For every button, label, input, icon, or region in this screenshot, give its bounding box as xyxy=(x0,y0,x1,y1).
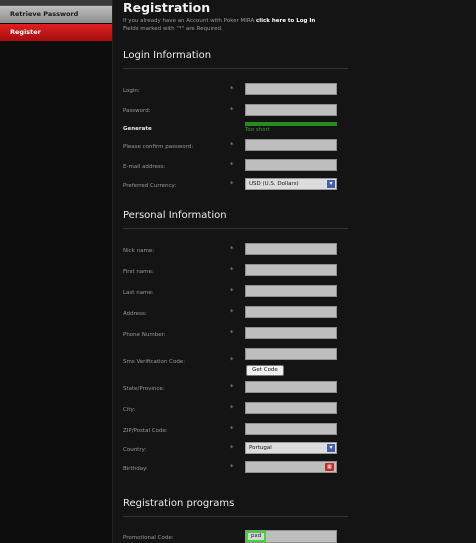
sidebar-item-retrieve-password[interactable]: Retrieve Password xyxy=(0,6,112,23)
password-strength-text: Too short xyxy=(245,127,271,133)
chevron-down-icon[interactable]: ▾ xyxy=(327,180,335,188)
sms-code-label: Sms Verification Code: xyxy=(123,359,186,365)
required-mark: * xyxy=(230,463,234,471)
required-mark: * xyxy=(230,383,234,391)
required-mark: * xyxy=(230,180,234,188)
required-mark: * xyxy=(230,161,234,169)
login-link[interactable]: click here to Log In xyxy=(256,18,315,24)
required-mark: * xyxy=(230,425,234,433)
required-mark: * xyxy=(230,85,234,93)
required-mark: * xyxy=(230,106,234,114)
get-code-button[interactable]: Get Code xyxy=(246,365,284,376)
required-mark: * xyxy=(230,356,234,364)
login-section-title: Login Information xyxy=(123,50,212,61)
required-mark: * xyxy=(230,308,234,316)
password-strength-bar xyxy=(245,122,337,126)
phone-input[interactable] xyxy=(245,327,337,339)
country-label: Country: xyxy=(123,447,147,453)
promo-code-label: Promotional Code: xyxy=(123,535,174,541)
password-label: Password: xyxy=(123,108,151,114)
confirm-password-label: Please confirm password: xyxy=(123,144,194,150)
required-note: Fields marked with "*" are Required. xyxy=(123,26,223,32)
first-name-label: First name: xyxy=(123,269,154,275)
email-input[interactable] xyxy=(245,159,337,171)
required-mark: * xyxy=(230,329,234,337)
required-mark: * xyxy=(230,404,234,412)
intro-text: If you already have an Account with Poke… xyxy=(123,17,315,33)
login-input[interactable] xyxy=(245,83,337,95)
address-input[interactable] xyxy=(245,306,337,318)
currency-select[interactable]: USD (U.S. Dollars) ▾ xyxy=(245,178,337,190)
programs-section-divider xyxy=(123,516,348,517)
promo-code-input[interactable]: pxd xyxy=(245,530,337,543)
first-name-input[interactable] xyxy=(245,264,337,276)
currency-value: USD (U.S. Dollars) xyxy=(249,181,299,187)
nick-name-label: Nick name: xyxy=(123,248,155,254)
last-name-label: Last name: xyxy=(123,290,154,296)
zip-input[interactable] xyxy=(245,423,337,435)
login-label: Login: xyxy=(123,88,140,94)
required-mark: * xyxy=(230,141,234,149)
calendar-icon[interactable]: ▦ xyxy=(325,463,334,471)
birthday-input[interactable]: ▦ xyxy=(245,461,337,473)
personal-section-title: Personal Information xyxy=(123,210,227,221)
registration-panel: Registration If you already have an Acco… xyxy=(113,0,476,543)
state-input[interactable] xyxy=(245,381,337,393)
city-label: City: xyxy=(123,407,136,413)
sidebar: Retrieve Password Register xyxy=(0,0,113,543)
city-input[interactable] xyxy=(245,402,337,414)
required-mark: * xyxy=(230,245,234,253)
sidebar-item-register[interactable]: Register xyxy=(0,24,112,41)
personal-section-divider xyxy=(123,228,348,229)
required-mark: * xyxy=(230,444,234,452)
confirm-password-input[interactable] xyxy=(245,139,337,151)
nick-name-input[interactable] xyxy=(245,243,337,255)
chevron-down-icon[interactable]: ▾ xyxy=(327,444,335,452)
generate-link[interactable]: Generate xyxy=(123,126,152,132)
last-name-input[interactable] xyxy=(245,285,337,297)
page-title: Registration xyxy=(123,0,211,15)
state-label: State/Province: xyxy=(123,386,165,392)
currency-label: Preferred Currency: xyxy=(123,183,177,189)
promo-code-value: pxd xyxy=(246,531,267,542)
sms-code-input[interactable] xyxy=(245,348,337,360)
address-label: Address: xyxy=(123,311,147,317)
login-section-divider xyxy=(123,68,348,69)
country-value: Portugal xyxy=(249,445,272,451)
zip-label: ZIP/Postal Code: xyxy=(123,428,168,434)
intro-prefix: If you already have an Account with Poke… xyxy=(123,18,255,24)
birthday-label: Birthday: xyxy=(123,466,148,472)
required-mark: * xyxy=(230,266,234,274)
phone-label: Phone Number: xyxy=(123,332,166,338)
required-mark: * xyxy=(230,287,234,295)
country-select[interactable]: Portugal ▾ xyxy=(245,442,337,454)
password-input[interactable] xyxy=(245,104,337,116)
email-label: E-mail address: xyxy=(123,164,166,170)
programs-section-title: Registration programs xyxy=(123,498,235,509)
